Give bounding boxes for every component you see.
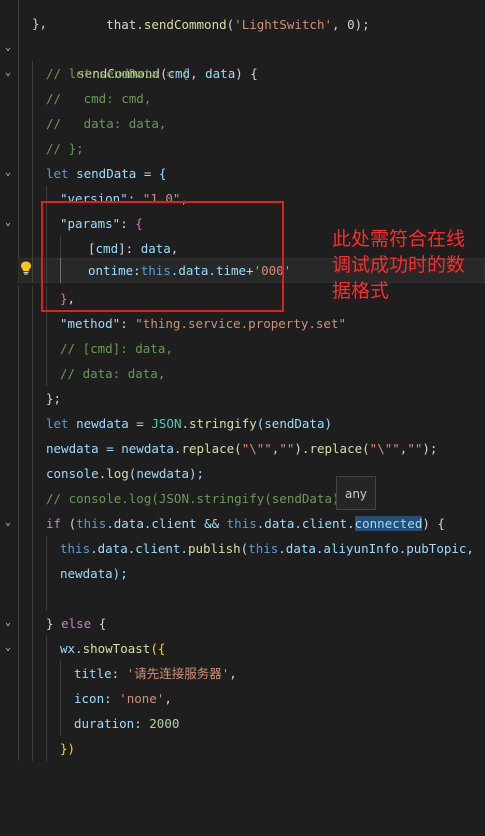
- code-line: wx.showToast({: [0, 636, 485, 661]
- code-line: let newdata = JSON.stringify(sendData): [0, 411, 485, 436]
- code-line: newdata = newdata.replace("\"","").repla…: [0, 436, 485, 461]
- code-line: duration: 2000: [0, 711, 485, 736]
- code-line: title: '请先连接服务器',: [0, 661, 485, 686]
- code-line: let sendData = {: [0, 161, 485, 186]
- code-line: }): [0, 736, 485, 761]
- code-line: if (this.data.client && this.data.client…: [0, 511, 485, 536]
- code-line: "method": "thing.service.property.set": [0, 311, 485, 336]
- code-line: // };: [0, 136, 485, 161]
- hover-tooltip: any: [336, 476, 376, 510]
- code-line: // cmd: cmd,: [0, 86, 485, 111]
- lightbulb-icon[interactable]: [20, 261, 32, 275]
- code-line: // [cmd]: data,: [0, 336, 485, 361]
- code-line: [0, 586, 485, 611]
- code-line: // let sendData = {: [0, 61, 485, 86]
- code-line: icon: 'none',: [0, 686, 485, 711]
- code-line: // data: data,: [0, 361, 485, 386]
- code-line: console.log(newdata);: [0, 461, 485, 486]
- hover-highlight-word[interactable]: connected: [354, 516, 423, 531]
- code-line: newdata);: [0, 561, 485, 586]
- code-line: sendCommond(cmd, data) {: [0, 36, 485, 81]
- code-line: // data: data,: [0, 111, 485, 136]
- code-line: this.data.client.publish(this.data.aliyu…: [0, 536, 485, 561]
- annotation-highlight-box: [41, 201, 284, 312]
- code-line: } else {: [0, 611, 485, 636]
- annotation-text: 此处需符合在线调试成功时的数据格式: [332, 228, 466, 302]
- code-line: // console.log(JSON.stringify(sendData))…: [0, 486, 485, 511]
- code-line: },: [0, 11, 485, 36]
- code-line: };: [0, 386, 485, 411]
